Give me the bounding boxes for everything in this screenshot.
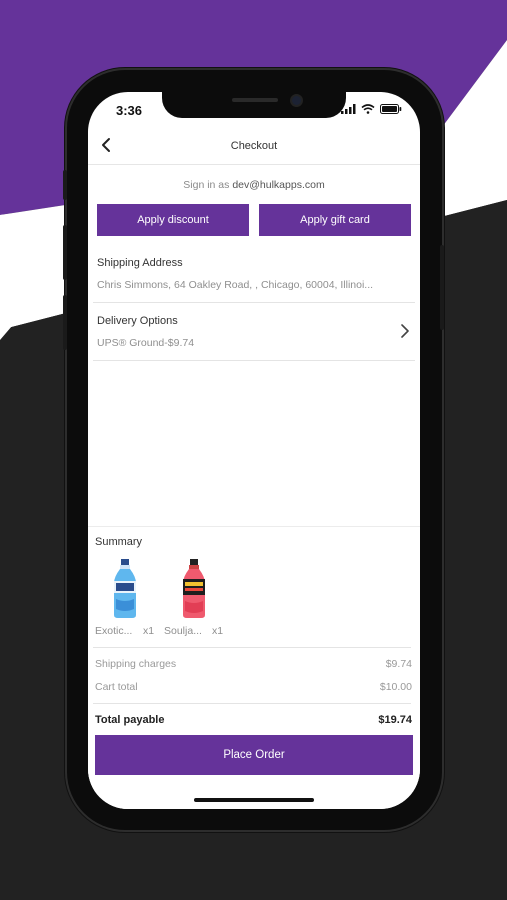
total-payable-value: $19.74 bbox=[378, 714, 412, 726]
chevron-right-icon bbox=[401, 324, 409, 338]
phone-side-button bbox=[63, 170, 67, 200]
summary-title: Summary bbox=[95, 536, 143, 548]
cart-total-value: $10.00 bbox=[379, 681, 412, 693]
signin-email[interactable]: dev@hulkapps.com bbox=[232, 179, 324, 191]
divider bbox=[93, 703, 411, 704]
apply-gift-card-button[interactable]: Apply gift card bbox=[259, 204, 411, 236]
battery-icon bbox=[380, 104, 402, 114]
front-camera bbox=[290, 94, 303, 107]
signal-icon bbox=[341, 104, 356, 114]
product-qty: x1 bbox=[143, 625, 155, 637]
product-name: Exotic... bbox=[95, 625, 133, 637]
product-image-bottle-blue[interactable] bbox=[110, 559, 140, 619]
status-time: 3:36 bbox=[116, 103, 143, 118]
shipping-address-label: Shipping Address bbox=[97, 257, 183, 269]
delivery-options-row[interactable]: Delivery Options UPS® Ground-$9.74 bbox=[88, 303, 420, 359]
product-qty: x1 bbox=[212, 625, 224, 637]
summary-panel: Summary Exotic... x1 Soulja... x1 Shippi… bbox=[88, 526, 420, 809]
phone-volume-down bbox=[63, 295, 67, 350]
delivery-options-label: Delivery Options bbox=[97, 315, 178, 327]
shipping-address-value[interactable]: Chris Simmons, 64 Oakley Road, , Chicago… bbox=[97, 279, 407, 291]
phone-power-button bbox=[440, 245, 444, 330]
apply-discount-button[interactable]: Apply discount bbox=[97, 204, 249, 236]
notch bbox=[162, 92, 346, 118]
shipping-charges-label: Shipping charges bbox=[95, 658, 177, 670]
place-order-button[interactable]: Place Order bbox=[95, 735, 413, 775]
page-title: Checkout bbox=[230, 140, 278, 152]
status-icons bbox=[341, 104, 402, 114]
nav-bar: Checkout bbox=[88, 130, 420, 165]
phone-volume-up bbox=[63, 225, 67, 280]
divider bbox=[93, 647, 411, 648]
total-payable-label: Total payable bbox=[95, 714, 165, 726]
shipping-charges-value: $9.74 bbox=[385, 658, 412, 670]
app-screen: 3:36 Checkout Sign in as dev@hulkapps.co… bbox=[88, 92, 420, 809]
speaker bbox=[232, 98, 278, 102]
signin-prefix: Sign in as bbox=[183, 179, 230, 191]
home-indicator[interactable] bbox=[194, 798, 314, 802]
divider bbox=[93, 360, 415, 361]
signin-line: Sign in as dev@hulkapps.com bbox=[88, 179, 420, 191]
product-name: Soulja... bbox=[164, 625, 202, 637]
delivery-options-value: UPS® Ground-$9.74 bbox=[97, 337, 195, 349]
wifi-icon bbox=[361, 104, 375, 114]
cart-total-label: Cart total bbox=[95, 681, 138, 693]
product-image-bottle-red[interactable] bbox=[179, 559, 209, 619]
